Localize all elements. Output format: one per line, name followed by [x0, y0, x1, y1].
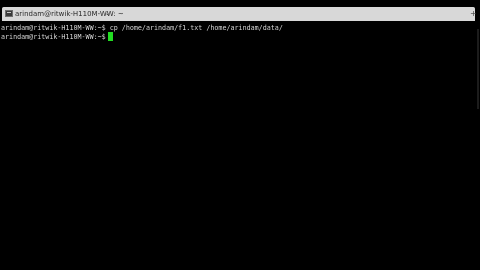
text-cursor — [107, 32, 113, 41]
terminal-icon — [5, 10, 13, 17]
screen: arindam@ritwik-H110M-WW: ~ ⌄ + arindam@r… — [0, 0, 480, 270]
tab-bar: arindam@ritwik-H110M-WW: ~ ⌄ + — [0, 0, 480, 21]
terminal-line: arindam@ritwik-H110M-WW:~$ — [1, 32, 113, 42]
tab-menu-chevron-icon[interactable]: ⌄ — [105, 8, 110, 20]
terminal-scrollbar[interactable] — [476, 21, 480, 270]
terminal-tab[interactable]: arindam@ritwik-H110M-WW: ~ ⌄ + — [2, 7, 477, 21]
terminal-output[interactable]: arindam@ritwik-H110M-WW:~$ cp /home/arin… — [0, 21, 476, 270]
scrollbar-thumb[interactable] — [477, 29, 479, 109]
shell-command: cp /home/arindam/f1.txt /home/arindam/da… — [105, 24, 283, 32]
new-tab-button[interactable]: + — [470, 9, 477, 19]
shell-prompt: arindam@ritwik-H110M-WW:~$ — [1, 33, 106, 41]
shell-prompt: arindam@ritwik-H110M-WW:~$ — [1, 24, 106, 32]
